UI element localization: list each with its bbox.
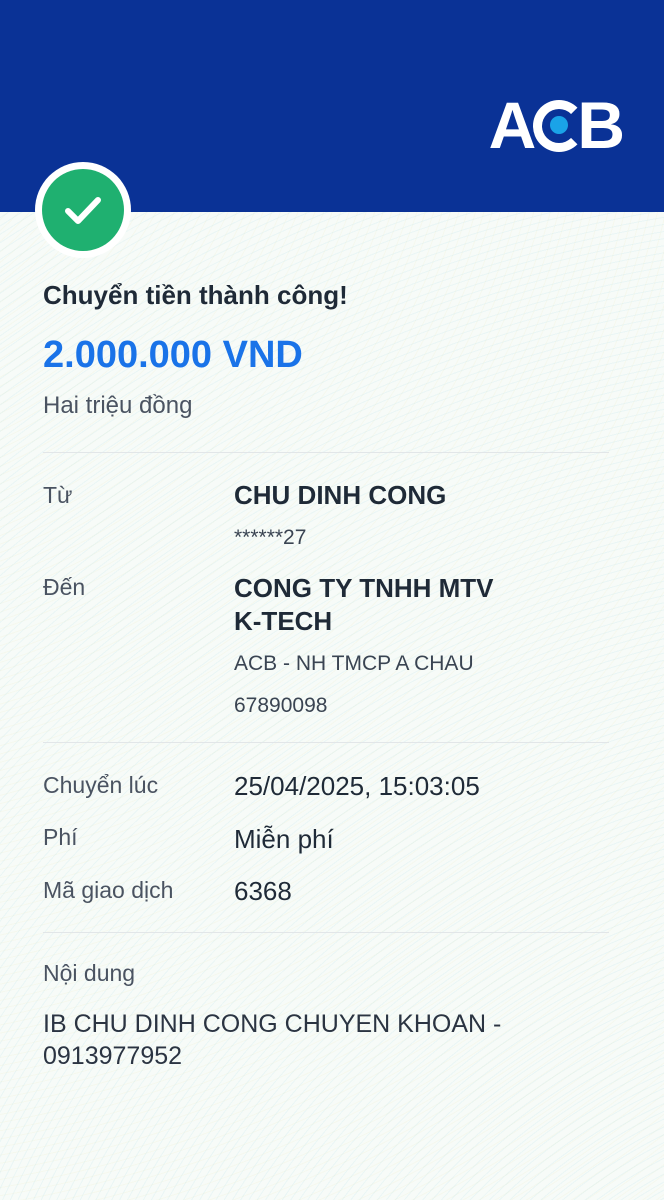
fee-value: Miễn phí [234,824,334,854]
to-account: 67890098 [234,694,328,717]
check-icon [65,197,101,224]
transaction-label: Mã giao dịch [43,877,174,903]
memo-text: IB CHU DINH CONG CHUYEN KHOAN - 09139779… [43,1010,502,1070]
from-account: ******27 [234,526,307,549]
divider [43,932,609,933]
from-label: Từ [43,482,73,508]
to-bank: ACB - NH TMCP A CHAU [234,652,474,675]
acb-logo: AB [488,88,625,162]
memo-label: Nội dung [43,960,136,986]
divider [43,742,609,743]
to-label: Đến [43,574,86,600]
check-circle-icon [42,169,124,251]
transfer-amount: 2.000.000 VND [43,334,303,376]
from-name: CHU DINH CONG [234,480,447,510]
fee-label: Phí [43,824,78,850]
status-title: Chuyển tiền thành công! [43,280,348,310]
time-value: 25/04/2025, 15:03:05 [234,771,480,801]
divider [43,452,609,453]
amount-in-words: Hai triệu đồng [43,392,193,419]
to-name-line2: K-TECH [234,606,333,636]
to-name-line1: CONG TY TNHH MTV [234,573,494,603]
success-badge [35,162,131,258]
logo-c-mark [533,100,586,152]
transaction-id: 6368 [234,876,292,906]
time-label: Chuyển lúc [43,772,159,798]
